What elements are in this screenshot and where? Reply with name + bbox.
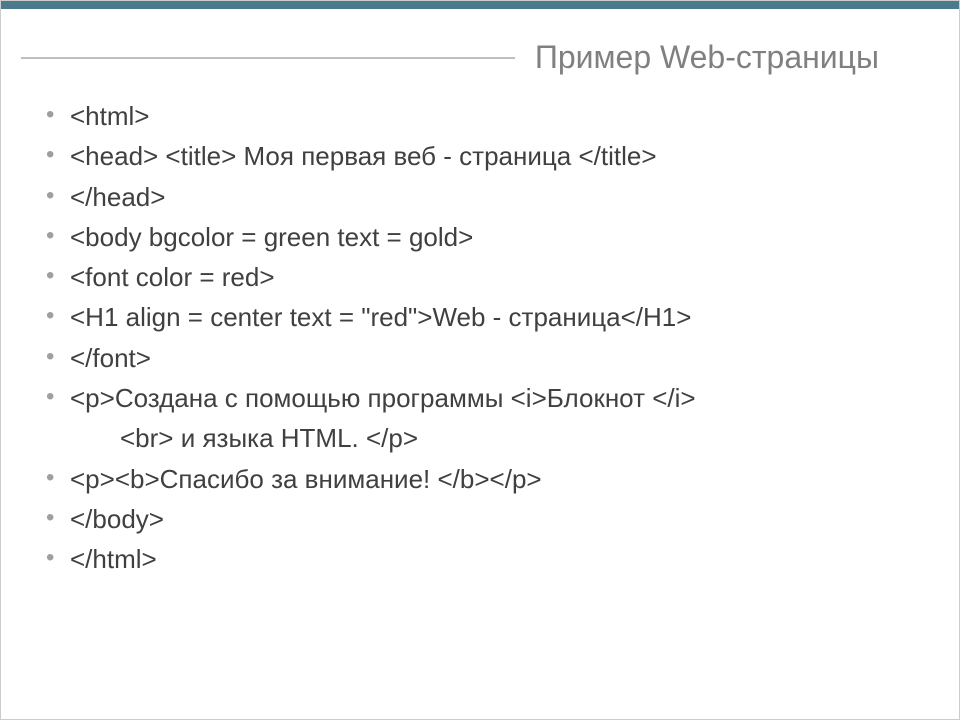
code-line: </body> [70, 504, 164, 534]
list-item: </font> [46, 338, 929, 378]
list-item: </body> [46, 499, 929, 539]
code-line: </font> [70, 343, 151, 373]
title-divider-line [21, 57, 515, 59]
code-line: <html> [70, 101, 150, 131]
list-item: <p>Создана с помощью программы <i>Блокно… [46, 378, 929, 459]
slide: Пример Web-страницы <html> <head> <title… [0, 0, 960, 720]
title-row: Пример Web-страницы [1, 39, 959, 76]
code-line: <p><b>Спасибо за внимание! </b></p> [70, 464, 542, 494]
list-item: <head> <title> Моя первая веб - страница… [46, 136, 929, 176]
code-line: </html> [70, 544, 157, 574]
code-line: <font color = red> [70, 262, 275, 292]
list-item: <font color = red> [46, 257, 929, 297]
content-area: <html> <head> <title> Моя первая веб - с… [1, 76, 959, 580]
code-line-continuation: <br> и языка HTML. </p> [70, 418, 929, 458]
decorative-top-bar [1, 1, 959, 9]
code-line: <head> <title> Моя первая веб - страница… [70, 141, 657, 171]
code-line: </head> [70, 182, 165, 212]
list-item: <H1 align = center text = "red">Web - ст… [46, 297, 929, 337]
list-item: </html> [46, 539, 929, 579]
code-line: <p>Создана с помощью программы <i>Блокно… [70, 383, 696, 413]
list-item: <html> [46, 96, 929, 136]
code-line: <body bgcolor = green text = gold> [70, 222, 473, 252]
code-line: <H1 align = center text = "red">Web - ст… [70, 302, 691, 332]
list-item: <body bgcolor = green text = gold> [46, 217, 929, 257]
slide-title: Пример Web-страницы [535, 39, 939, 76]
code-list: <html> <head> <title> Моя первая веб - с… [46, 96, 929, 580]
list-item: </head> [46, 177, 929, 217]
list-item: <p><b>Спасибо за внимание! </b></p> [46, 459, 929, 499]
